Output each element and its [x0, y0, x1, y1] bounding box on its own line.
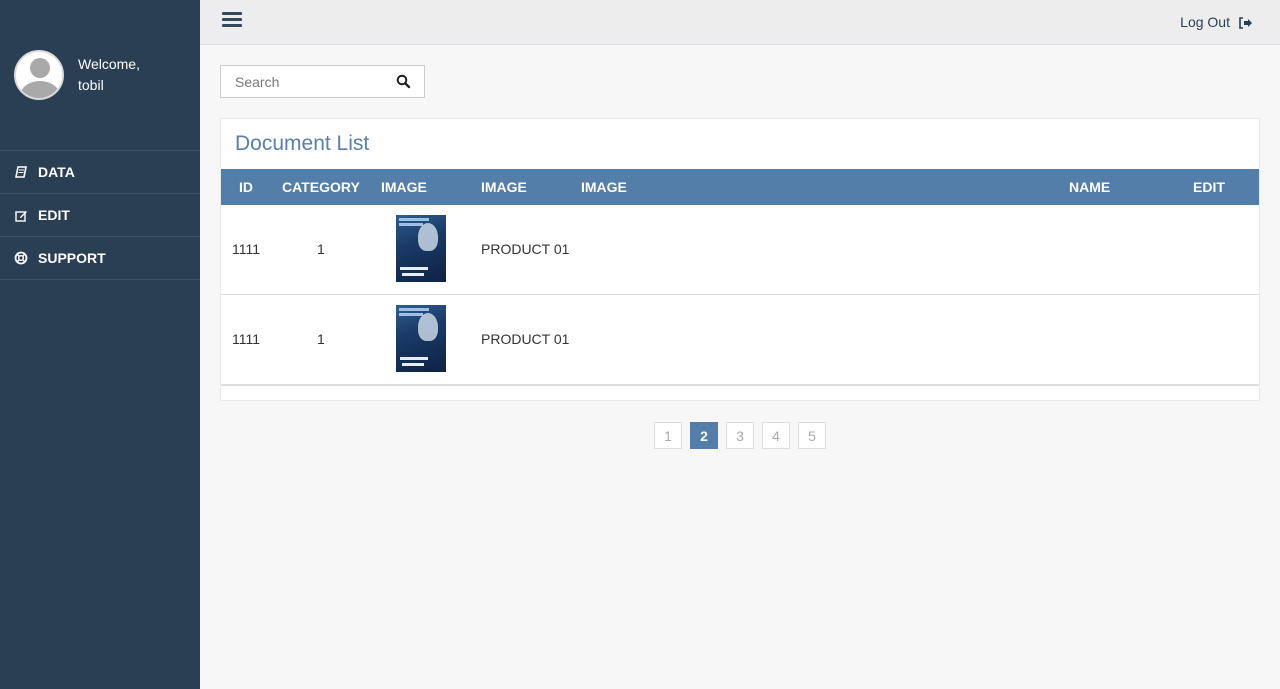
- panel-divider: [221, 385, 1259, 386]
- page-button-3[interactable]: 3: [726, 422, 754, 449]
- sidebar-item-data[interactable]: DATA: [0, 151, 200, 194]
- cell-category: 1: [317, 331, 325, 347]
- column-header-category[interactable]: CATEGORY: [282, 179, 360, 195]
- search-icon[interactable]: [396, 74, 412, 90]
- search-input[interactable]: [221, 66, 381, 97]
- column-header-image[interactable]: IMAGE: [481, 179, 527, 195]
- column-header-image[interactable]: IMAGE: [581, 179, 627, 195]
- column-header-name[interactable]: NAME: [1069, 179, 1110, 195]
- cell-category: 1: [317, 241, 325, 257]
- page-button-5[interactable]: 5: [798, 422, 826, 449]
- product-image[interactable]: [396, 305, 446, 372]
- life-ring-icon: [14, 251, 28, 265]
- table-row[interactable]: 1111 1 PRODUCT 01: [221, 205, 1259, 295]
- table-header: ID CATEGORY IMAGE IMAGE IMAGE NAME EDIT: [221, 169, 1259, 205]
- cell-name: PRODUCT 01: [481, 331, 570, 347]
- page-button-4[interactable]: 4: [762, 422, 790, 449]
- cell-name: PRODUCT 01: [481, 241, 570, 257]
- sidebar-item-support[interactable]: SUPPORT: [0, 237, 200, 280]
- username: tobil: [78, 77, 104, 93]
- logout-button[interactable]: Log Out: [1180, 14, 1252, 30]
- column-header-id[interactable]: ID: [239, 179, 253, 195]
- sidebar-nav: DATA EDIT SUPPORT: [0, 150, 200, 280]
- cell-id: 1111: [232, 241, 261, 257]
- column-header-image[interactable]: IMAGE: [381, 179, 427, 195]
- sidebar-item-label: SUPPORT: [38, 250, 106, 266]
- product-image[interactable]: [396, 215, 446, 282]
- document-list-panel: Document List ID CATEGORY IMAGE IMAGE IM…: [220, 118, 1260, 401]
- page-button-1[interactable]: 1: [654, 422, 682, 449]
- page-button-2[interactable]: 2: [690, 422, 718, 449]
- column-header-edit[interactable]: EDIT: [1193, 179, 1225, 195]
- logout-label: Log Out: [1180, 14, 1230, 30]
- sidebar-item-label: DATA: [38, 164, 75, 180]
- welcome-text: Welcome, tobil: [78, 54, 140, 96]
- sidebar-item-edit[interactable]: EDIT: [0, 194, 200, 237]
- user-profile: Welcome, tobil: [14, 50, 140, 100]
- book-icon: [14, 165, 28, 179]
- table-row[interactable]: 1111 1 PRODUCT 01: [221, 295, 1259, 385]
- pagination: 1 2 3 4 5: [654, 422, 834, 449]
- welcome-label: Welcome,: [78, 56, 140, 72]
- top-bar: Log Out: [200, 0, 1280, 45]
- hamburger-menu-icon[interactable]: [222, 12, 242, 30]
- panel-title: Document List: [235, 132, 370, 155]
- edit-icon: [14, 208, 28, 222]
- sign-out-icon: [1238, 16, 1252, 29]
- sidebar: Welcome, tobil DATA EDIT SUPPORT: [0, 0, 200, 689]
- search-box: [220, 65, 425, 98]
- cell-id: 1111: [232, 331, 261, 347]
- avatar: [14, 50, 64, 100]
- sidebar-item-label: EDIT: [38, 207, 70, 223]
